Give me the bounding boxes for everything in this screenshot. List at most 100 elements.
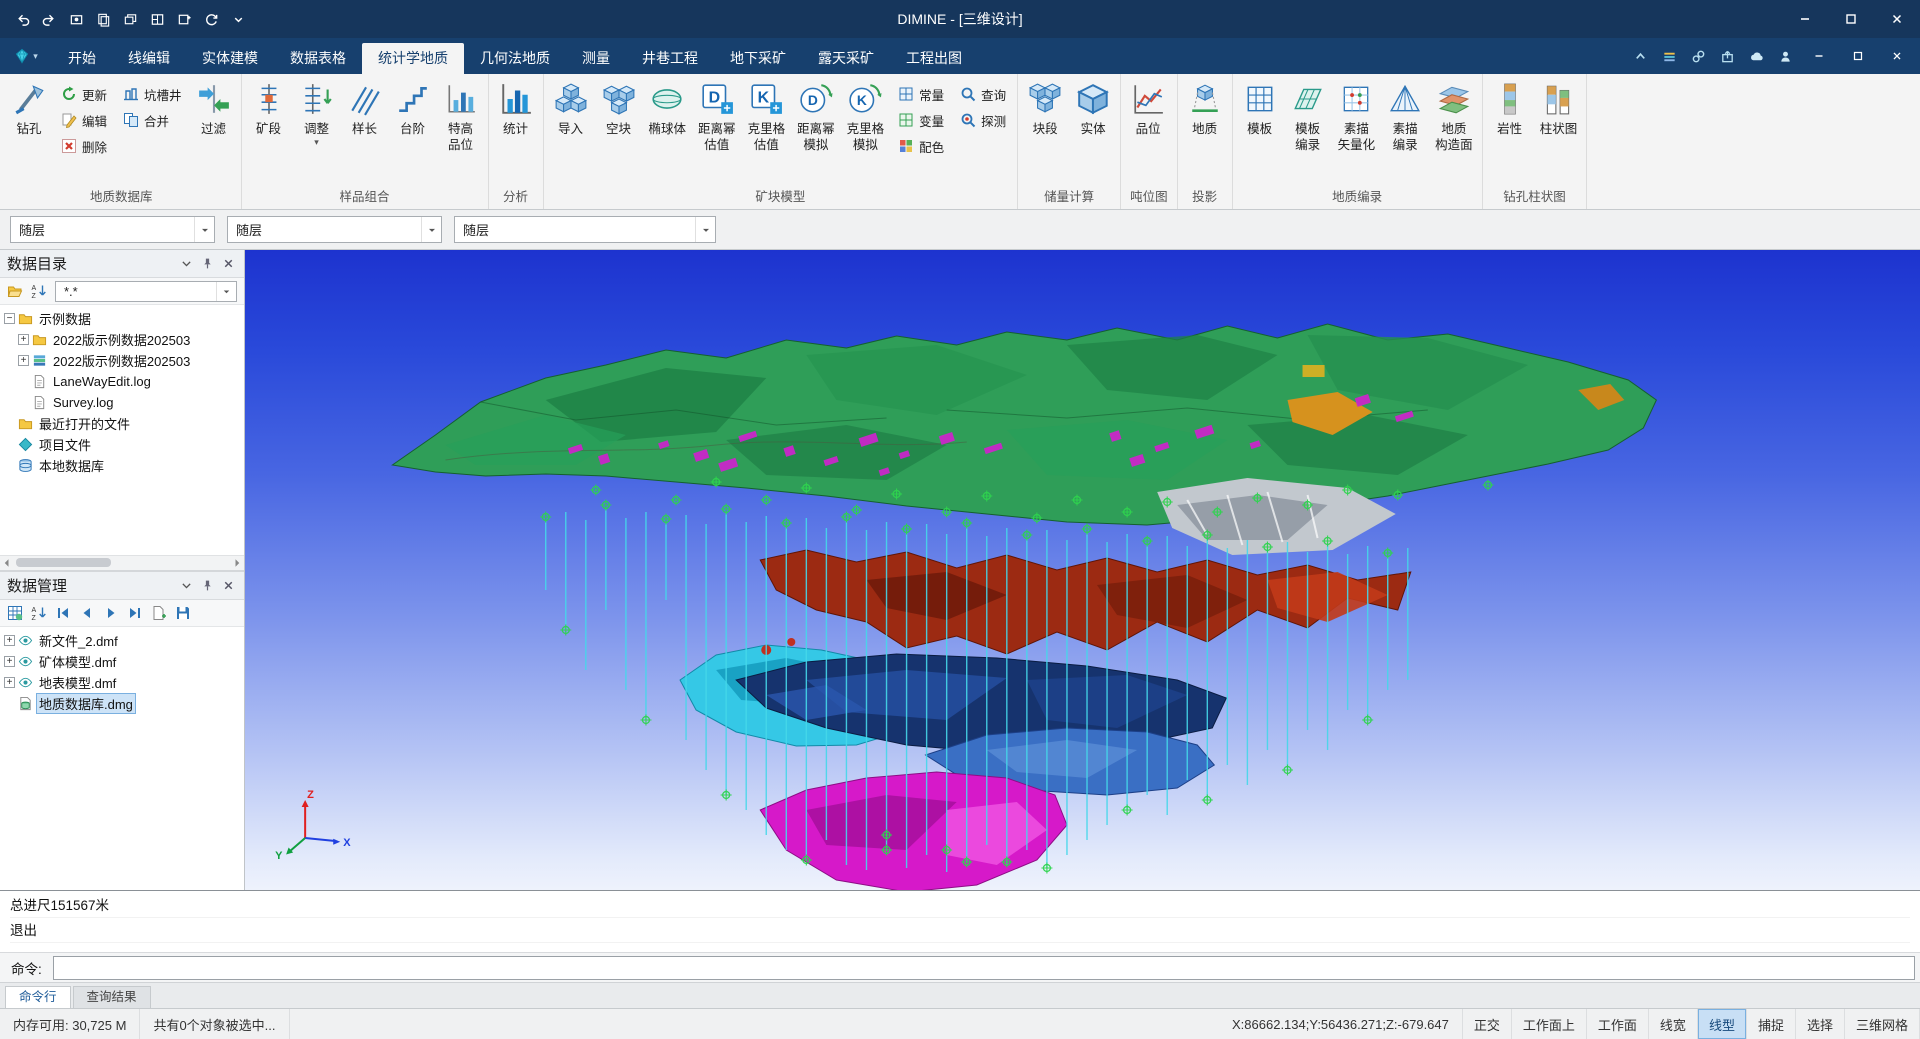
ribbon-button-探测[interactable]: 探测 [952, 107, 1014, 133]
status-toggle-线型[interactable]: 线型 [1698, 1009, 1747, 1039]
scrollbar-track[interactable] [14, 556, 230, 570]
panel-close-button[interactable] [219, 577, 237, 595]
status-toggle-正交[interactable]: 正交 [1463, 1009, 1512, 1039]
manager-newdoc-button[interactable] [148, 603, 169, 624]
manager-sortaz-button[interactable]: AZ [28, 603, 49, 624]
console-tab-命令行[interactable]: 命令行 [5, 986, 71, 1008]
panel-menu-button[interactable] [177, 577, 195, 595]
ribbon-button-统计[interactable]: 统计 [492, 76, 540, 182]
tree-expander[interactable]: + [18, 355, 29, 366]
mdi-minimize-button[interactable] [1806, 43, 1832, 69]
catalog-horizontal-scrollbar[interactable] [0, 555, 244, 570]
qat-sync-button[interactable] [203, 11, 219, 27]
qat-redo-button[interactable] [41, 11, 57, 27]
ribbon-button-配色[interactable]: 配色 [890, 133, 952, 159]
status-toggle-选择[interactable]: 选择 [1796, 1009, 1845, 1039]
panel-pin-button[interactable] [198, 255, 216, 273]
ribbon-button-调整[interactable]: 调整▾ [293, 76, 341, 182]
manager-navlast-button[interactable] [124, 603, 145, 624]
ribbon-button-更新[interactable]: 更新 [53, 81, 115, 107]
layer-filter-combo-1[interactable]: 随层 [10, 216, 215, 243]
ribbon-button-特高品位[interactable]: 特高品位 [437, 76, 485, 182]
ribbon-button-克里格模拟[interactable]: K克里格模拟 [841, 76, 891, 182]
status-toggle-线宽[interactable]: 线宽 [1649, 1009, 1698, 1039]
catalog-tree-item-LaneWayEdit.log[interactable]: LaneWayEdit.log [0, 371, 244, 392]
combo-dropdown-button[interactable] [216, 282, 236, 301]
ribbon-button-删除[interactable]: 删除 [53, 133, 115, 159]
qat-new-window-button[interactable] [176, 11, 192, 27]
scroll-right-button[interactable] [230, 556, 244, 570]
ribbon-button-克里格估值[interactable]: K克里格估值 [742, 76, 792, 182]
ribbon-tab-工程出图[interactable]: 工程出图 [890, 43, 978, 74]
manager-navnext-button[interactable] [100, 603, 121, 624]
ribbon-button-变量[interactable]: 变量 [890, 107, 952, 133]
ribbon-button-钻孔[interactable]: 钻孔 [5, 76, 53, 182]
ribbon-button-空块[interactable]: 空块 [595, 76, 643, 182]
app-menu-button[interactable]: ▾ [0, 38, 52, 74]
catalog-tree-item-2022版示例数据202503[interactable]: +2022版示例数据202503 [0, 350, 244, 371]
combo-dropdown-button[interactable] [695, 217, 715, 242]
console-tab-查询结果[interactable]: 查询结果 [73, 986, 151, 1008]
manager-navprev-button[interactable] [76, 603, 97, 624]
viewport-3d[interactable]: Z X Y [245, 250, 1920, 890]
manager-tree-item-地质数据库.dmg[interactable]: 地质数据库.dmg [0, 693, 244, 714]
tree-expander[interactable]: + [4, 635, 15, 646]
ribbon-button-品位[interactable]: 品位 [1124, 76, 1172, 182]
manager-navfirst-button[interactable] [52, 603, 73, 624]
qat-layout-button[interactable] [149, 11, 165, 27]
ribbon-button-过滤[interactable]: 过滤 [190, 76, 238, 182]
ribbon-button-编辑[interactable]: 编辑 [53, 107, 115, 133]
ribbon-button-柱状图[interactable]: 柱状图 [1534, 76, 1584, 182]
catalog-openfolder-button[interactable] [4, 281, 25, 302]
qat-cascade-windows-button[interactable] [122, 11, 138, 27]
combo-dropdown-button[interactable] [421, 217, 441, 242]
tree-expander[interactable]: − [4, 313, 15, 324]
ribbon-tab-几何法地质[interactable]: 几何法地质 [464, 43, 566, 74]
ribbon-tab-井巷工程[interactable]: 井巷工程 [626, 43, 714, 74]
panel-menu-button[interactable] [177, 255, 195, 273]
ribbon-button-地质构造面[interactable]: 地质构造面 [1429, 76, 1479, 182]
ribbon-tab-线编辑[interactable]: 线编辑 [112, 43, 186, 74]
catalog-tree-item-本地数据库[interactable]: 本地数据库 [0, 455, 244, 476]
panel-pin-button[interactable] [198, 577, 216, 595]
catalog-sortaz-button[interactable]: AZ [28, 281, 49, 302]
ribbon-button-岩性[interactable]: 岩性 [1486, 76, 1534, 182]
ribbon-button-合并[interactable]: 合并 [115, 107, 190, 133]
ribbon-button-台阶[interactable]: 台阶 [389, 76, 437, 182]
catalog-filter-combo[interactable]: *.* [55, 281, 237, 302]
panel-close-button[interactable] [219, 255, 237, 273]
collapse-ribbon-button[interactable] [1632, 48, 1648, 64]
ribbon-button-素描矢量化[interactable]: 素描矢量化 [1332, 76, 1382, 182]
manager-tree-item-新文件_2.dmf[interactable]: +新文件_2.dmf [0, 630, 244, 651]
manager-save-button[interactable] [172, 603, 193, 624]
ribbon-tab-露天采矿[interactable]: 露天采矿 [802, 43, 890, 74]
status-toggle-三维网格[interactable]: 三维网格 [1845, 1009, 1920, 1039]
ribbon-button-实体[interactable]: 实体 [1069, 76, 1117, 182]
status-toggle-工作面[interactable]: 工作面 [1587, 1009, 1649, 1039]
link-button[interactable] [1690, 48, 1706, 64]
ribbon-button-导入[interactable]: 导入 [547, 76, 595, 182]
ribbon-tab-数据表格[interactable]: 数据表格 [274, 43, 362, 74]
ribbon-button-椭球体[interactable]: 椭球体 [643, 76, 693, 182]
tree-expander[interactable]: + [4, 677, 15, 688]
window-maximize-button[interactable] [1828, 0, 1874, 38]
layer-filter-combo-3[interactable]: 随层 [454, 216, 716, 243]
tree-expander[interactable]: + [18, 334, 29, 345]
ribbon-button-坑槽井[interactable]: 坑槽井 [115, 81, 190, 107]
ribbon-button-查询[interactable]: 查询 [952, 81, 1014, 107]
share-button[interactable] [1719, 48, 1735, 64]
ribbon-button-矿段[interactable]: 矿段 [245, 76, 293, 182]
manager-dbgrid-button[interactable] [4, 603, 25, 624]
qat-capture-button[interactable] [68, 11, 84, 27]
catalog-tree-item-Survey.log[interactable]: Survey.log [0, 392, 244, 413]
window-minimize-button[interactable] [1782, 0, 1828, 38]
ribbon-button-常量[interactable]: 常量 [890, 81, 952, 107]
ribbon-button-模板[interactable]: 模板 [1236, 76, 1284, 182]
cloud-button[interactable] [1748, 48, 1764, 64]
status-toggle-工作面上[interactable]: 工作面上 [1512, 1009, 1587, 1039]
mdi-close-button[interactable] [1884, 43, 1910, 69]
manager-tree-item-地表模型.dmf[interactable]: +地表模型.dmf [0, 672, 244, 693]
layer-filter-combo-2[interactable]: 随层 [227, 216, 442, 243]
qat-undo-button[interactable] [14, 11, 30, 27]
command-input[interactable] [53, 956, 1915, 980]
